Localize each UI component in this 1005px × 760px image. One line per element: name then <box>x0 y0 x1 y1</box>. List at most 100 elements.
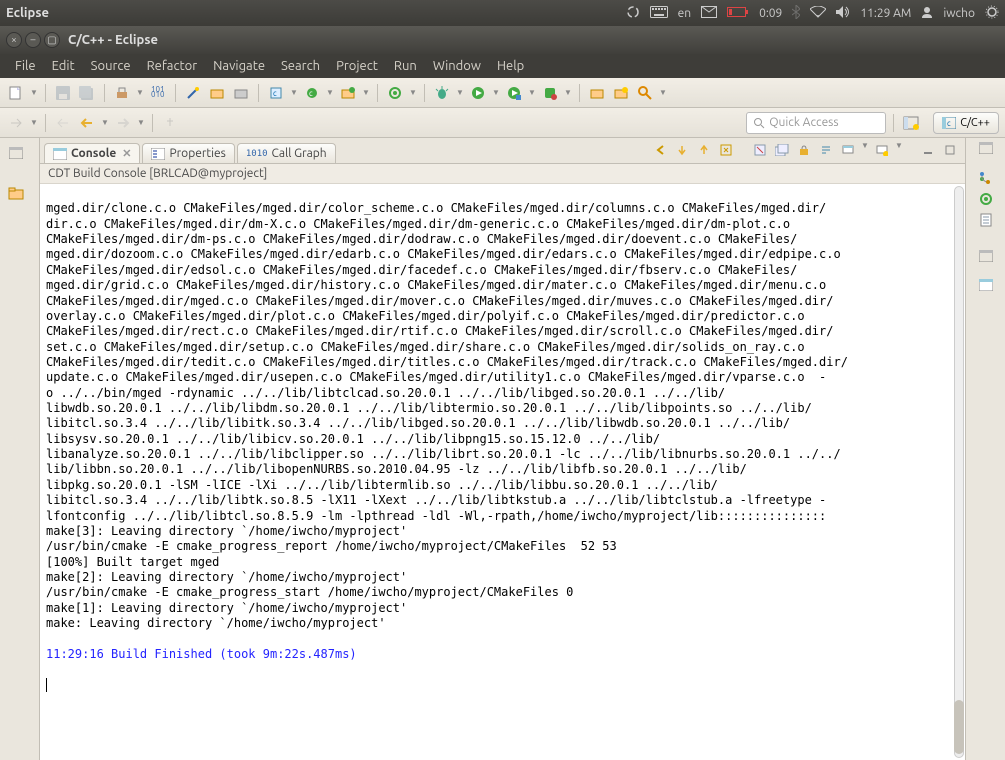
restore-icon[interactable] <box>2 142 30 164</box>
console-text: mged.dir/clone.c.o CMakeFiles/mged.dir/c… <box>46 201 848 630</box>
new-icon[interactable] <box>6 83 26 103</box>
perspective-open-icon[interactable] <box>901 113 921 133</box>
display-icon[interactable] <box>839 141 857 159</box>
keyboard-icon[interactable] <box>650 6 668 21</box>
clear-all-icon[interactable] <box>773 141 791 159</box>
clock-1: 0:09 <box>759 7 782 20</box>
console-output[interactable]: mged.dir/clone.c.o CMakeFiles/mged.dir/c… <box>40 184 965 760</box>
build-finished-line: 11:29:16 Build Finished (took 9m:22s.487… <box>46 647 357 661</box>
scrollbar[interactable] <box>954 186 964 758</box>
scroll-lock-icon[interactable] <box>795 141 813 159</box>
system-tray: en 0:09 11:29 AM iwcho <box>626 5 999 22</box>
external-icon[interactable] <box>540 83 560 103</box>
minimize-view-icon[interactable] <box>919 141 937 159</box>
svg-text:c: c <box>947 119 951 128</box>
maximize-button[interactable]: ▢ <box>44 32 60 48</box>
new-class-icon[interactable]: c <box>302 83 322 103</box>
menu-run[interactable]: Run <box>387 57 424 75</box>
menu-refactor[interactable]: Refactor <box>140 57 205 75</box>
system-titlebar: Eclipse en 0:09 11:29 AM iwcho <box>0 0 1005 26</box>
perspective-label: C/C++ <box>960 117 990 129</box>
menu-search[interactable]: Search <box>274 57 327 75</box>
user-icon[interactable] <box>921 6 933 21</box>
debug-icon[interactable] <box>432 83 452 103</box>
view-tabs: Console ✕ Properties 1010 Call Graph <box>40 138 965 164</box>
open-console-icon[interactable] <box>873 141 891 159</box>
back-icon[interactable] <box>77 113 97 133</box>
bluetooth-icon[interactable] <box>792 5 800 22</box>
user-label[interactable]: iwcho <box>943 7 975 20</box>
up-icon[interactable] <box>695 141 713 159</box>
menu-window[interactable]: Window <box>426 57 488 75</box>
target-icon[interactable] <box>385 83 405 103</box>
keyboard-lang[interactable]: en <box>678 7 691 20</box>
tab-properties[interactable]: Properties <box>142 143 234 163</box>
build-icon[interactable] <box>112 83 132 103</box>
maximize-view-icon[interactable] <box>941 141 959 159</box>
restore-right-icon[interactable] <box>979 142 993 157</box>
callgraph-icon: 1010 <box>246 149 268 159</box>
new-folder-icon[interactable] <box>338 83 358 103</box>
show-in-icon[interactable] <box>6 113 26 133</box>
pin-console-icon[interactable] <box>717 141 735 159</box>
svg-text:c: c <box>309 89 313 98</box>
menu-edit[interactable]: Edit <box>45 57 82 75</box>
minimize-button[interactable]: – <box>25 32 41 48</box>
prev-icon[interactable] <box>651 141 669 159</box>
project-explorer-icon[interactable] <box>2 182 30 204</box>
close-tab-icon[interactable]: ✕ <box>122 147 131 160</box>
text-cursor <box>46 678 47 692</box>
console-icon <box>53 148 67 160</box>
svg-text:c: c <box>273 89 277 98</box>
wifi-icon[interactable] <box>810 6 826 21</box>
open-task-icon[interactable] <box>611 83 631 103</box>
app-title: Eclipse <box>6 6 626 20</box>
close-button[interactable]: × <box>6 32 22 48</box>
tab-console[interactable]: Console ✕ <box>44 143 140 163</box>
console-description: CDT Build Console [BRLCAD@myproject] <box>40 164 965 184</box>
outline-icon[interactable] <box>979 171 993 188</box>
down-icon[interactable] <box>673 141 691 159</box>
quick-access[interactable]: Quick Access <box>746 112 886 134</box>
run-icon[interactable] <box>468 83 488 103</box>
menu-help[interactable]: Help <box>490 57 531 75</box>
menu-navigate[interactable]: Navigate <box>206 57 272 75</box>
prev-edit-icon[interactable] <box>53 113 73 133</box>
new-cproject-icon[interactable]: c <box>266 83 286 103</box>
save-all-icon[interactable] <box>77 83 97 103</box>
window-title: C/C++ - Eclipse <box>68 33 158 47</box>
tab-callgraph[interactable]: 1010 Call Graph <box>237 143 336 163</box>
pin-icon[interactable] <box>160 113 180 133</box>
perspective-button[interactable]: c C/C++ <box>933 112 999 134</box>
menu-source[interactable]: Source <box>84 57 138 75</box>
profile-icon[interactable] <box>504 83 524 103</box>
window-titlebar[interactable]: × – ▢ C/C++ - Eclipse <box>0 26 1005 54</box>
wrap-icon[interactable] <box>817 141 835 159</box>
spinner-icon <box>626 5 640 22</box>
folder-nav-icon[interactable] <box>207 83 227 103</box>
main-toolbar: ▼ ▼ 010101 c▼ c▼ ▼ ▼ ▼ ▼ ▼ ▼ ▼ <box>0 78 1005 108</box>
restore-right2-icon[interactable] <box>979 250 993 265</box>
search-icon[interactable] <box>635 83 655 103</box>
right-sidebar <box>965 138 1005 760</box>
new-dropdown[interactable]: ▼ <box>30 88 38 97</box>
folder-icon[interactable] <box>231 83 251 103</box>
power-icon[interactable] <box>985 5 999 22</box>
search-icon <box>753 117 765 129</box>
target-view-icon[interactable] <box>979 192 993 209</box>
open-type-icon[interactable] <box>587 83 607 103</box>
task-list-icon[interactable] <box>980 213 992 230</box>
clear-icon[interactable] <box>751 141 769 159</box>
wand-icon[interactable] <box>183 83 203 103</box>
menu-project[interactable]: Project <box>329 57 385 75</box>
menu-file[interactable]: File <box>8 57 43 75</box>
properties-icon <box>151 148 165 160</box>
battery-icon[interactable] <box>727 7 749 20</box>
save-icon[interactable] <box>53 83 73 103</box>
scrollbar-thumb[interactable] <box>954 700 964 754</box>
forward-icon[interactable] <box>113 113 133 133</box>
problems-icon[interactable] <box>979 279 993 294</box>
build-all-icon[interactable]: 010101 <box>148 83 168 103</box>
mail-icon[interactable] <box>701 6 717 21</box>
volume-icon[interactable] <box>836 6 850 21</box>
